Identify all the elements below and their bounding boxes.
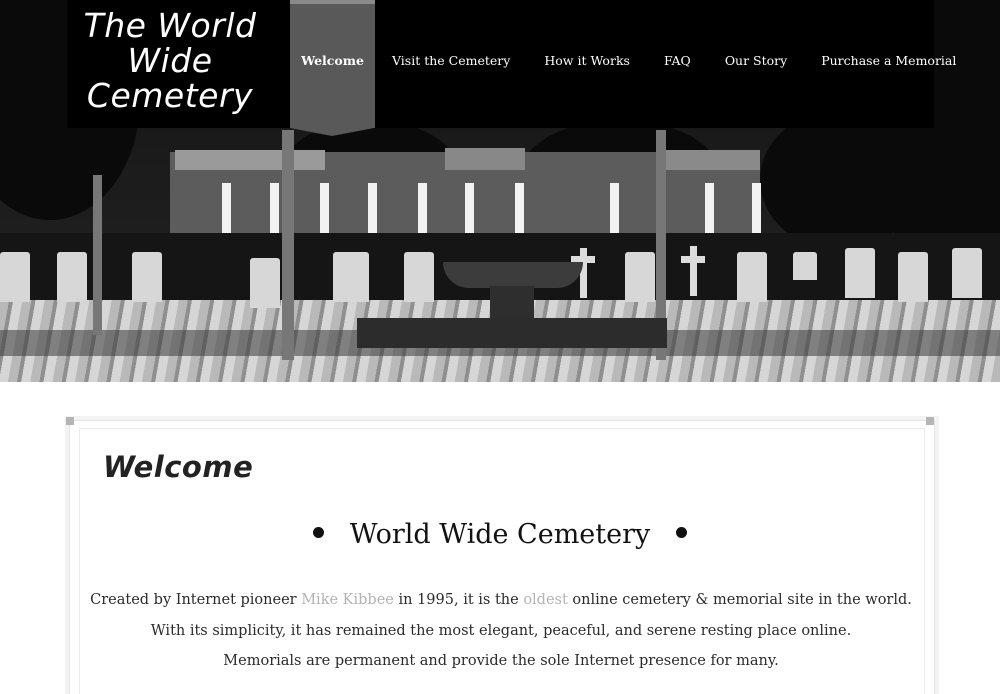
corner-ornament-icon — [926, 417, 934, 425]
para1-text-after: online cemetery & memorial site in the w… — [567, 592, 912, 608]
oldest-link[interactable]: oldest — [523, 592, 568, 608]
logo-line-2: Wide — [127, 41, 213, 80]
bullet-icon — [312, 527, 324, 538]
corner-ornament-icon — [66, 417, 74, 425]
page-title: Welcome — [103, 450, 254, 484]
nav-item-our-story[interactable]: Our Story — [708, 0, 804, 128]
para1-text-before: Created by Internet pioneer — [90, 592, 302, 608]
nav-item-welcome[interactable]: Welcome — [290, 0, 375, 136]
section-subtitle: World Wide Cemetery — [0, 519, 1000, 550]
intro-paragraph-1: Created by Internet pioneer Mike Kibbee … — [0, 592, 1000, 608]
subtitle-text: World Wide Cemetery — [349, 519, 651, 550]
intro-paragraph-3: Memorials are permanent and provide the … — [223, 653, 779, 669]
site-logo[interactable]: The World Wide Cemetery — [82, 8, 258, 113]
main-nav: Welcome Visit the Cemetery How it Works … — [290, 0, 973, 136]
intro-paragraph-2: With its simplicity, it has remained the… — [150, 623, 852, 639]
nav-item-how-it-works[interactable]: How it Works — [527, 0, 647, 128]
nav-item-purchase-a-memorial[interactable]: Purchase a Memorial — [804, 0, 973, 128]
nav-item-visit-the-cemetery[interactable]: Visit the Cemetery — [375, 0, 527, 128]
nav-item-faq[interactable]: FAQ — [647, 0, 708, 128]
logo-line-3: Cemetery — [86, 76, 254, 115]
logo-line-1: The World — [83, 6, 257, 45]
bullet-icon — [676, 527, 688, 538]
para1-text-middle: in 1995, it is the — [393, 592, 524, 608]
mike-kibbee-link[interactable]: Mike Kibbee — [301, 592, 394, 608]
